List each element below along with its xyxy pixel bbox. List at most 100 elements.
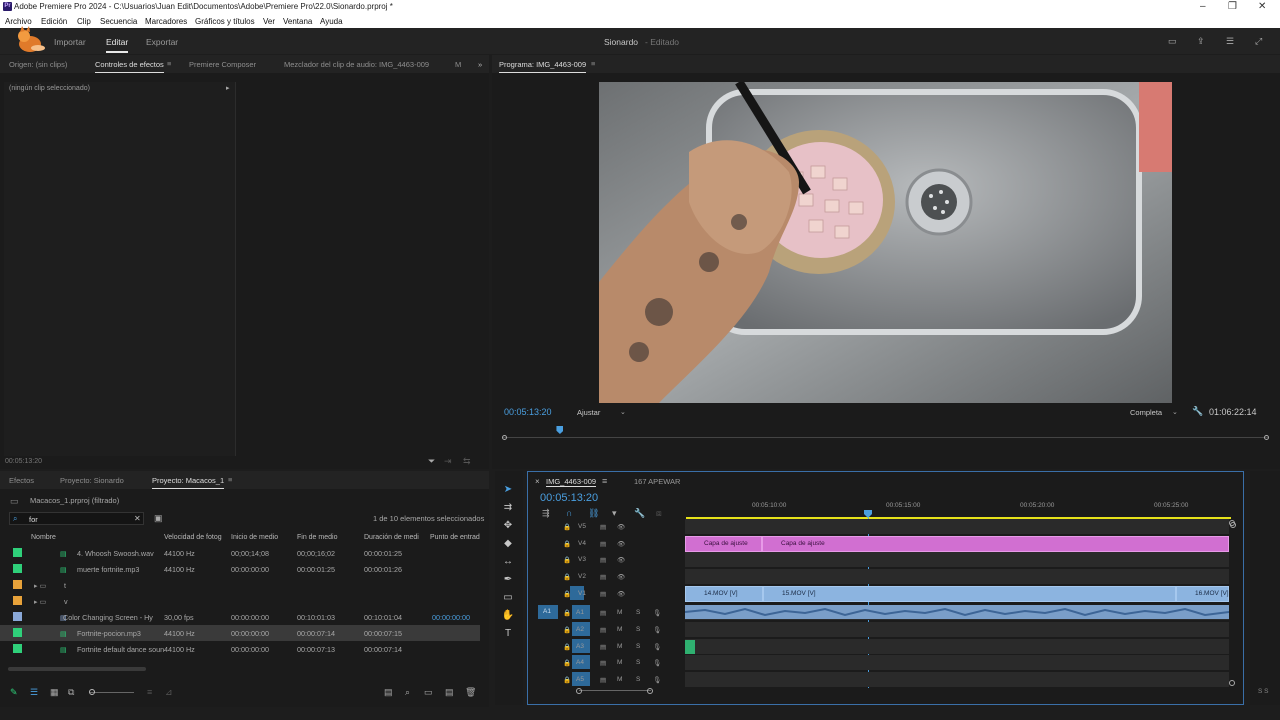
label-color-swatch[interactable] bbox=[13, 580, 22, 589]
menu-ver[interactable]: Ver bbox=[263, 17, 275, 26]
cell-name[interactable]: 4. Whoosh Swoosh.wav bbox=[77, 549, 154, 558]
ripple-edit-tool-icon[interactable]: ✥ bbox=[500, 519, 516, 533]
close-sequence-icon[interactable]: × bbox=[535, 477, 540, 486]
audio-track-header[interactable]: A1 🔒 A1 ▤ M S 🎙 bbox=[530, 605, 682, 621]
project-row[interactable]: ▤ Fortnite-pocion.mp3 44100 Hz 00:00:00:00 0… bbox=[0, 625, 480, 641]
lock-icon[interactable]: 🔒 bbox=[563, 573, 571, 581]
tab-effect-controls[interactable]: Controles de efectos bbox=[95, 60, 164, 73]
project-row[interactable]: ▤ Color Changing Screen - Hy 30,00 fps 00:0… bbox=[0, 609, 480, 625]
pencil-icon[interactable]: ✎ bbox=[10, 687, 18, 697]
timeline-scroll-right-handle[interactable] bbox=[647, 688, 653, 694]
slip-tool-icon[interactable]: ↔ bbox=[500, 555, 516, 569]
fullscreen-icon[interactable]: ⤢ bbox=[1255, 36, 1262, 46]
program-playhead[interactable] bbox=[556, 426, 564, 434]
track-select-tool-icon[interactable]: ⇉ bbox=[500, 501, 516, 515]
video-track-lane[interactable] bbox=[685, 552, 1229, 567]
tab-project-macacos[interactable]: Proyecto: Macacos_1 bbox=[152, 476, 225, 489]
workspace-export[interactable]: Exportar bbox=[146, 37, 178, 47]
audio-track-lane[interactable] bbox=[685, 672, 1229, 687]
filter-icon[interactable]: ⏷ bbox=[428, 456, 435, 466]
program-menu-icon[interactable]: ≡ bbox=[591, 59, 595, 69]
voice-over-icon[interactable]: 🎙 bbox=[653, 609, 661, 617]
search-input[interactable]: for bbox=[29, 515, 38, 524]
eye-icon[interactable]: 👁 bbox=[617, 540, 625, 548]
eye-icon[interactable]: 👁 bbox=[617, 556, 625, 564]
video-clip-14[interactable]: 14.MOV [V] bbox=[685, 586, 763, 602]
share-icon[interactable]: ⇪ bbox=[1197, 36, 1205, 46]
lock-icon[interactable]: 🔒 bbox=[563, 676, 571, 684]
label-color-swatch[interactable] bbox=[13, 644, 22, 653]
audio-track-lane[interactable] bbox=[685, 622, 1229, 637]
label-color-swatch[interactable] bbox=[13, 564, 22, 573]
solo-button[interactable]: S bbox=[636, 609, 640, 616]
tab-program[interactable]: Programa: IMG_4463-009 bbox=[499, 60, 587, 73]
eye-icon[interactable]: 👁 bbox=[617, 590, 625, 598]
clear-search-icon[interactable]: ✕ bbox=[134, 514, 141, 523]
lock-icon[interactable]: 🔒 bbox=[563, 659, 571, 667]
lock-icon[interactable]: 🔒 bbox=[563, 643, 571, 651]
freeform-view-icon[interactable]: ⧉ bbox=[68, 687, 74, 697]
settings-wrench-icon[interactable]: 🔧 bbox=[634, 508, 645, 518]
nest-icon[interactable]: ⇶ bbox=[542, 508, 550, 518]
col-duration[interactable]: Duración de medi bbox=[364, 534, 419, 541]
folder-icon[interactable]: ▭ bbox=[424, 687, 433, 697]
tab-effects[interactable]: Efectos bbox=[9, 476, 34, 485]
tab-sequence-main[interactable]: IMG_4463-009 bbox=[546, 477, 597, 487]
video-clip-15[interactable]: 15.MOV [V] bbox=[763, 586, 1176, 602]
overflow-chevron-icon[interactable]: » bbox=[478, 60, 482, 69]
solo-button[interactable]: S bbox=[636, 643, 640, 650]
video-track-header[interactable]: 🔒 V1 ▤ 👁 bbox=[530, 586, 682, 602]
captions-icon[interactable]: ⧈ bbox=[656, 508, 662, 518]
label-color-swatch[interactable] bbox=[13, 628, 22, 637]
tab-more[interactable]: M bbox=[455, 60, 461, 69]
sync-lock-icon[interactable]: ▤ bbox=[600, 643, 606, 651]
video-frame[interactable] bbox=[599, 82, 1172, 403]
eye-icon[interactable]: 👁 bbox=[617, 573, 625, 581]
sync-lock-icon[interactable]: ▤ bbox=[600, 676, 606, 684]
adjustment-layer-clip-1[interactable]: Capa de ajuste bbox=[685, 536, 762, 552]
sync-lock-icon[interactable]: ▤ bbox=[600, 523, 606, 531]
solo-button[interactable]: S bbox=[636, 659, 640, 666]
sequence-menu-icon[interactable]: ≡ bbox=[602, 476, 607, 486]
project-row[interactable]: ▤ Fortnite default dance soun 44100 Hz 00:0… bbox=[0, 641, 480, 657]
sync-lock-icon[interactable]: ▤ bbox=[600, 609, 606, 617]
timeline-scroll-left-handle[interactable] bbox=[576, 688, 582, 694]
lock-icon[interactable]: 🔒 bbox=[563, 609, 571, 617]
label-color-swatch[interactable] bbox=[13, 596, 22, 605]
tab-audio-mixer[interactable]: Mezclador del clip de audio: IMG_4463-00… bbox=[284, 60, 429, 69]
video-track-lane[interactable] bbox=[685, 519, 1229, 534]
project-row[interactable]: ▤ 4. Whoosh Swoosh.wav 44100 Hz 00;00;14;08… bbox=[0, 545, 480, 561]
label-color-swatch[interactable] bbox=[13, 548, 22, 557]
col-rate[interactable]: Velocidad de fotog bbox=[164, 534, 222, 541]
video-track-lane[interactable] bbox=[685, 569, 1229, 584]
list-view-icon[interactable]: ☰ bbox=[30, 687, 38, 697]
project-row[interactable]: ▤ muerte fortnite.mp3 44100 Hz 00:00:00:00 0… bbox=[0, 561, 480, 577]
cell-name[interactable]: Fortnite default dance soun bbox=[77, 645, 164, 654]
snap-icon[interactable]: ∩ bbox=[566, 508, 572, 518]
workspace-import[interactable]: Importar bbox=[54, 37, 86, 47]
sync-lock-icon[interactable]: ▤ bbox=[600, 540, 606, 548]
cell-name[interactable]: Fortnite-pocion.mp3 bbox=[77, 629, 141, 638]
new-bin-icon[interactable]: ▣ bbox=[154, 513, 163, 523]
tab-project-sionardo[interactable]: Proyecto: Sionardo bbox=[60, 476, 124, 485]
project-menu-icon[interactable]: ≡ bbox=[228, 475, 232, 485]
vertical-scroll-top-handle[interactable] bbox=[1229, 520, 1235, 526]
cell-name[interactable]: Color Changing Screen - Hy bbox=[63, 613, 153, 622]
find-icon[interactable]: ⌕ bbox=[405, 687, 410, 697]
layout-icon[interactable]: ▭ bbox=[1168, 36, 1177, 46]
minimize-icon[interactable]: – bbox=[1200, 1, 1206, 12]
selection-tool-icon[interactable]: ➤ bbox=[500, 483, 516, 497]
cell-name[interactable]: v bbox=[64, 597, 68, 606]
trash-icon[interactable]: 🗑 bbox=[465, 687, 476, 697]
tab-source[interactable]: Origen: (sin clips) bbox=[9, 60, 67, 69]
film-icon[interactable]: ▤ bbox=[384, 687, 393, 697]
workspace-edit[interactable]: Editar bbox=[106, 37, 129, 53]
menu-marcadores[interactable]: Marcadores bbox=[145, 17, 187, 26]
audio-track-header[interactable]: 🔒 A5 ▤ M S 🎙 bbox=[530, 672, 682, 688]
expand-right-icon[interactable]: ▸ bbox=[226, 84, 230, 92]
voice-over-icon[interactable]: 🎙 bbox=[653, 676, 661, 684]
quality-chevron-icon[interactable]: ⌄ bbox=[1172, 408, 1178, 416]
project-row[interactable]: ▸ ▭ v bbox=[0, 593, 480, 609]
audio-track-lane[interactable] bbox=[685, 639, 1229, 654]
video-track-header[interactable]: 🔒 V2 ▤ 👁 bbox=[530, 569, 682, 585]
